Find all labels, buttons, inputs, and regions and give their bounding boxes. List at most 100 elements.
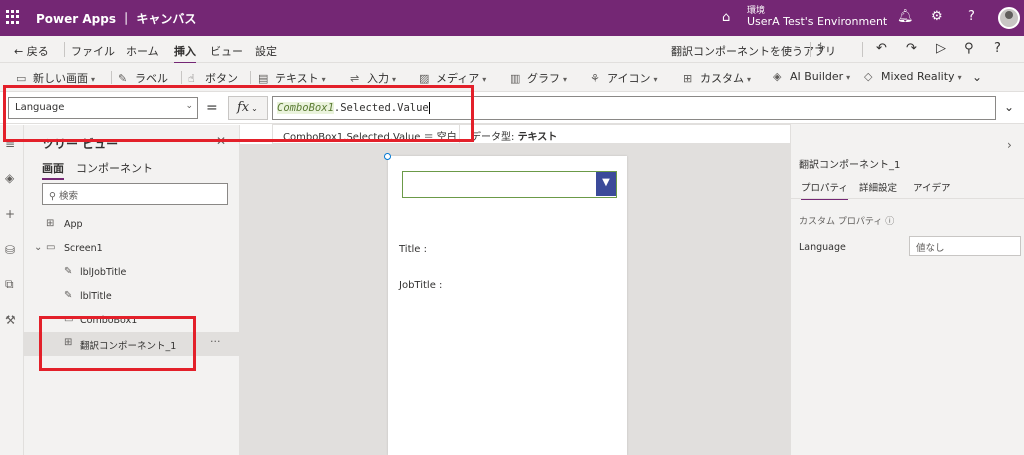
chevron-down-icon: ▾ [321,75,326,84]
input-icon: ⇌ [350,72,360,85]
tools-icon[interactable]: ⚒ [5,313,16,327]
screen-icon: ▭ [46,242,56,253]
mixed-reality-label: Mixed Reality [881,70,955,83]
expand-formula-icon[interactable]: ⌄ [1004,100,1014,114]
new-screen-button[interactable]: ▭ 新しい画面 ▾ [16,70,95,86]
undo-icon[interactable]: ↶ [876,41,887,56]
back-arrow-icon: ← [14,45,24,58]
tree-item-app[interactable]: ⊞ App [24,213,239,237]
hint-type-label: データ型: [471,132,515,143]
menu-insert[interactable]: 挿入 [174,43,196,64]
tab-ideas[interactable]: アイデア [913,180,951,194]
mixed-reality-button[interactable]: ◇ Mixed Reality ▾ [864,70,962,83]
tree-item-screen1[interactable]: ⌄ ▭ Screen1 [24,237,239,261]
job-title-label[interactable]: JobTitle : [399,280,442,291]
properties-panel: › 翻訳コンポーネント_1 プロパティ 詳細設定 アイデア カスタム プロパティ… [790,124,1024,455]
back-label: 戻る [26,45,49,58]
share-icon[interactable]: ⚲ [964,41,974,56]
avatar[interactable] [998,7,1020,29]
ai-builder-button[interactable]: ◈ AI Builder ▾ [773,70,850,83]
annotation-box-component [39,316,196,371]
play-icon[interactable]: ▷ [936,41,946,56]
chevron-down-icon: ▾ [563,75,568,84]
language-property-label: Language [799,242,846,253]
app-title: Power Apps ｜ キャンバス [36,12,197,26]
notification-icon[interactable]: 🔔︎ [897,9,914,24]
chevron-down-icon: ▾ [482,75,487,84]
screen-icon: ▭ [16,72,27,85]
tab-screens[interactable]: 画面 [42,160,64,180]
chevron-down-icon: ▾ [392,75,397,84]
tree-view-panel: ツリー ビュー ✕ 画面 コンポーネント ⚲ 検索 ⊞ App ⌄ ▭ Screen1… [24,125,240,455]
tree-item-label: lblTitle [80,291,112,302]
input-label: 入力 [367,72,389,85]
redo-icon[interactable]: ↷ [906,41,917,56]
icon-label: アイコン [607,72,651,85]
media-button[interactable]: ▨ メディア ▾ [419,70,486,86]
language-property-input[interactable]: 値なし [909,236,1021,256]
help-icon[interactable]: ? [968,9,975,24]
title-label[interactable]: Title : [399,244,427,255]
app-checker-icon[interactable]: ⚕ [817,41,824,56]
environment-name[interactable]: UserA Test's Environment [747,15,887,28]
tree-item-lbltitle[interactable]: ✎ lblTitle [24,285,239,309]
chevron-down-icon[interactable]: ▼ [596,172,616,196]
tab-components[interactable]: コンポーネント [76,160,153,176]
button-button[interactable]: ☝ ボタン [188,70,238,86]
media-label: メディア [436,72,480,85]
app-icon: ⊞ [46,218,55,229]
icons-icon: ⚘ [590,72,600,85]
mixed-reality-icon: ◇ [864,70,873,83]
chart-label: グラフ [527,72,560,85]
divider [181,71,182,84]
input-button[interactable]: ⇌ 入力 ▾ [350,70,396,86]
text-label: テキスト [275,72,319,85]
label-label: ラベル [135,72,168,85]
menu-bar: ← 戻る ファイル ホーム 挿入 ビュー 設定 翻訳コンポーネントを使うアプリ … [0,36,1024,64]
chart-button[interactable]: ▥ グラフ ▾ [510,70,567,86]
label-icon: ✎ [118,72,128,85]
ai-icon: ◈ [773,70,782,83]
menu-view[interactable]: ビュー [210,43,243,59]
menu-file[interactable]: ファイル [71,43,115,59]
database-icon[interactable]: ⛁ [5,243,15,257]
gear-icon[interactable]: ⚙ [931,9,943,24]
search-input[interactable]: ⚲ 検索 [42,183,228,205]
image-icon: ▨ [419,72,430,85]
chevron-right-icon[interactable]: › [1007,138,1012,152]
plus-icon[interactable]: + [5,207,15,221]
media-icon[interactable]: ⧉ [5,277,14,292]
app-launcher-icon[interactable] [6,10,20,24]
menu-settings[interactable]: 設定 [255,43,277,59]
menu-home[interactable]: ホーム [126,43,159,59]
custom-properties-heading: カスタム プロパティ ⓘ [799,214,894,227]
search-icon: ⚲ [49,191,56,202]
button-label: ボタン [205,72,238,85]
tab-advanced[interactable]: 詳細設定 [859,180,897,194]
section-label: カスタム プロパティ [799,217,883,227]
combobox-control[interactable]: ▼ [402,171,617,198]
tree-item-lbljobtitle[interactable]: ✎ lblJobTitle [24,261,239,285]
left-rail: ≡ ◈ + ⛁ ⧉ ⚒ [0,125,24,455]
custom-button[interactable]: ⊞ カスタム ▾ [683,70,751,86]
help-icon[interactable]: ? [994,41,1001,56]
tab-properties[interactable]: プロパティ [801,180,848,200]
selection-handle[interactable] [384,153,391,160]
info-icon[interactable]: ⓘ [885,217,894,227]
more-options-icon[interactable]: ··· [210,335,221,348]
icon-button[interactable]: ⚘ アイコン ▾ [590,70,657,86]
tree-item-label: App [64,219,83,230]
hint-data-type: データ型: テキスト [471,128,557,143]
text-button[interactable]: ▤ テキスト ▾ [258,70,326,86]
more-chevron-icon[interactable]: ⌄ [972,70,982,84]
hint-type-value: テキスト [517,132,558,143]
divider [64,42,65,57]
layers-icon[interactable]: ◈ [5,171,14,185]
label-button[interactable]: ✎ ラベル [118,70,168,86]
screen-canvas[interactable]: ▼ Title : JobTitle : [388,156,627,455]
app-name: 翻訳コンポーネントを使うアプリ [671,45,836,58]
annotation-box-formula [3,85,474,142]
title-bar: Power Apps ｜ キャンバス ⌂ 環境 UserA Test's Env… [0,0,1024,36]
selected-control-name: 翻訳コンポーネント_1 [799,160,901,171]
back-button[interactable]: ← 戻る [14,43,49,59]
